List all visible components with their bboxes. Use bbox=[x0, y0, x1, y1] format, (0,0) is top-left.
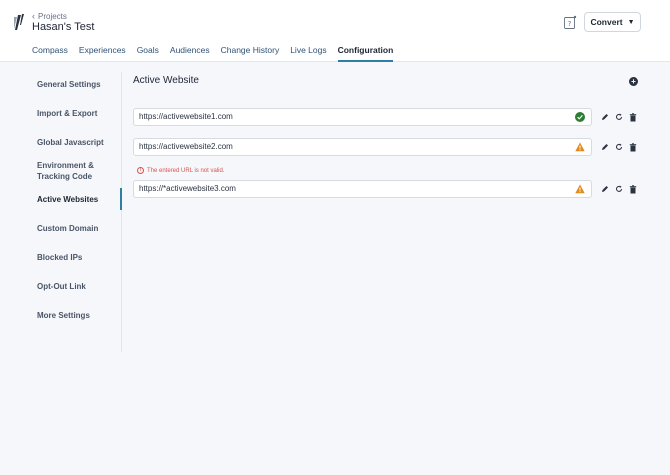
trash-icon[interactable] bbox=[626, 140, 640, 154]
error-icon: ! bbox=[137, 167, 144, 174]
project-title: Hasan's Test bbox=[32, 21, 95, 33]
convert-logo-icon[interactable] bbox=[11, 13, 25, 31]
chevron-down-icon: ▼ bbox=[627, 18, 635, 26]
help-icon[interactable]: ? bbox=[564, 15, 577, 29]
website-url-field-1[interactable]: https://activewebsite1.com bbox=[133, 108, 592, 126]
sidebar-item-environment-tracking-code[interactable]: Environment & Tracking Code bbox=[37, 160, 117, 182]
edit-icon[interactable] bbox=[598, 182, 612, 196]
edit-icon[interactable] bbox=[598, 140, 612, 154]
page-title: Active Website bbox=[133, 75, 199, 86]
website-url-field-2[interactable]: https://activewebsite2.com bbox=[133, 138, 592, 156]
edit-icon[interactable] bbox=[598, 110, 612, 124]
tab-live-logs[interactable]: Live Logs bbox=[290, 44, 326, 62]
url-error-message: ! The entered URL is not valid. bbox=[137, 167, 224, 174]
sidebar-item-blocked-ips[interactable]: Blocked IPs bbox=[37, 252, 117, 263]
tab-compass[interactable]: Compass bbox=[32, 44, 68, 62]
sidebar-active-indicator bbox=[120, 188, 122, 210]
warning-icon bbox=[575, 184, 585, 194]
add-website-icon[interactable]: + bbox=[629, 77, 638, 86]
breadcrumb[interactable]: ‹ Projects bbox=[32, 11, 67, 21]
sidebar-item-global-javascript[interactable]: Global Javascript bbox=[37, 137, 117, 148]
sidebar-item-active-websites[interactable]: Active Websites bbox=[37, 194, 117, 205]
sidebar-item-opt-out-link[interactable]: Opt-Out Link bbox=[37, 281, 117, 292]
account-dropdown-button[interactable]: Convert ▼ bbox=[584, 12, 641, 32]
settings-sidebar bbox=[0, 62, 122, 352]
website-url-text: https://*activewebsite3.com bbox=[139, 184, 236, 193]
convert-button-label: Convert bbox=[590, 17, 623, 27]
header: ‹ Projects Hasan's Test ? Convert ▼ Comp… bbox=[0, 0, 670, 62]
sidebar-item-general-settings[interactable]: General Settings bbox=[37, 79, 117, 90]
trash-icon[interactable] bbox=[626, 110, 640, 124]
sidebar-item-custom-domain[interactable]: Custom Domain bbox=[37, 223, 117, 234]
website-url-text: https://activewebsite2.com bbox=[139, 142, 233, 151]
check-circle-icon bbox=[575, 112, 585, 122]
refresh-icon[interactable] bbox=[612, 182, 626, 196]
tab-change-history[interactable]: Change History bbox=[221, 44, 280, 62]
website-row-actions-2 bbox=[598, 138, 640, 156]
website-row-actions-1 bbox=[598, 108, 640, 126]
tab-configuration[interactable]: Configuration bbox=[337, 44, 393, 62]
refresh-icon[interactable] bbox=[612, 140, 626, 154]
sidebar-divider bbox=[121, 72, 122, 352]
sidebar-item-import-export[interactable]: Import & Export bbox=[37, 108, 117, 119]
breadcrumb-projects[interactable]: Projects bbox=[38, 12, 67, 21]
url-error-text: The entered URL is not valid. bbox=[147, 167, 225, 174]
tab-experiences[interactable]: Experiences bbox=[79, 44, 126, 62]
tab-audiences[interactable]: Audiences bbox=[170, 44, 210, 62]
tab-bar: Compass Experiences Goals Audiences Chan… bbox=[32, 44, 404, 62]
warning-icon bbox=[575, 142, 585, 152]
refresh-icon[interactable] bbox=[612, 110, 626, 124]
tab-goals[interactable]: Goals bbox=[137, 44, 159, 62]
svg-text:?: ? bbox=[568, 20, 572, 28]
chevron-left-icon: ‹ bbox=[32, 11, 35, 21]
website-url-field-3[interactable]: https://*activewebsite3.com bbox=[133, 180, 592, 198]
sidebar-item-more-settings[interactable]: More Settings bbox=[37, 310, 117, 321]
trash-icon[interactable] bbox=[626, 182, 640, 196]
website-row-actions-3 bbox=[598, 180, 640, 198]
website-url-text: https://activewebsite1.com bbox=[139, 112, 233, 121]
